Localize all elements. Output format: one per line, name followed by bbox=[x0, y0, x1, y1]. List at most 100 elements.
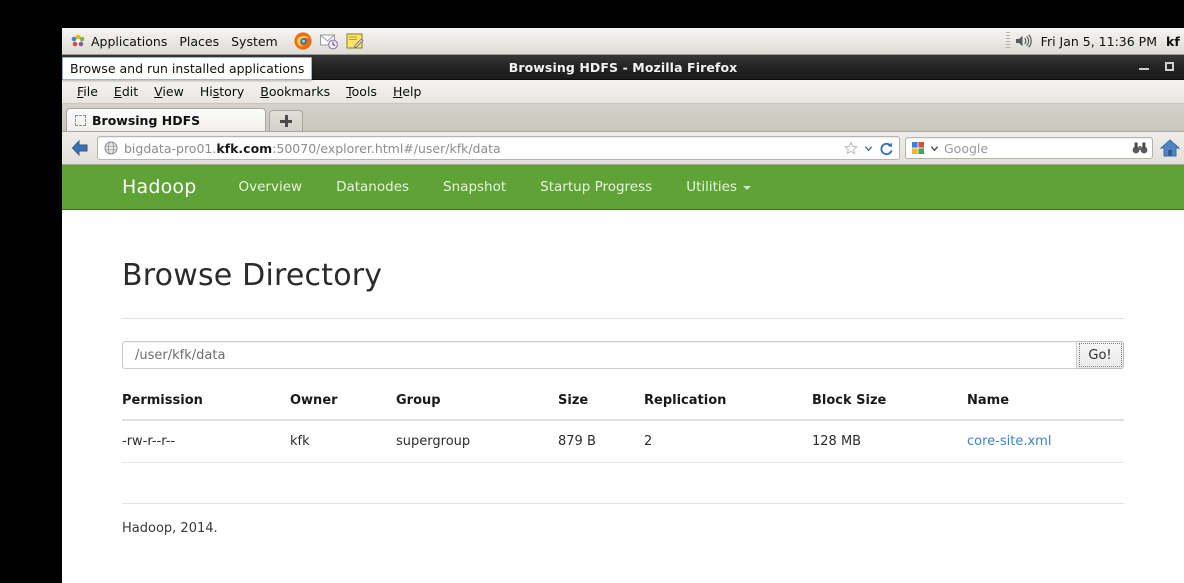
table-header-row: Permission Owner Group Size Replication … bbox=[122, 393, 1124, 421]
menu-applications-label: Applications bbox=[91, 33, 168, 49]
reload-icon[interactable] bbox=[879, 141, 894, 156]
browser-menubar: File Edit View History Bookmarks Tools H… bbox=[62, 80, 1184, 104]
title-divider bbox=[122, 318, 1124, 319]
search-input[interactable]: Google bbox=[944, 141, 1127, 156]
nav-item-overview[interactable]: Overview bbox=[222, 179, 320, 195]
nav-item-snapshot-label: Snapshot bbox=[443, 179, 507, 195]
column-header-size: Size bbox=[558, 393, 644, 421]
url-prefix: bigdata-pro01. bbox=[124, 140, 217, 156]
menu-file-rest: ile bbox=[83, 84, 98, 99]
back-button[interactable] bbox=[68, 137, 92, 159]
cell-block-size: 128 MB bbox=[812, 420, 967, 463]
panel-launchers bbox=[285, 31, 365, 51]
cell-replication: 2 bbox=[644, 420, 812, 463]
page-title: Browse Directory bbox=[122, 258, 383, 293]
page-footer: Hadoop, 2014. bbox=[122, 503, 1124, 536]
chevron-down-icon[interactable] bbox=[864, 144, 873, 153]
evolution-mail-icon[interactable] bbox=[319, 31, 339, 51]
cell-size: 879 B bbox=[558, 420, 644, 463]
table-body: -rw-r--r-- kfk supergroup 879 B 2 128 MB… bbox=[122, 420, 1124, 463]
nav-item-utilities[interactable]: Utilities bbox=[669, 179, 768, 195]
panel-clock[interactable]: Fri Jan 5, 11:36 PM bbox=[1032, 34, 1166, 49]
tab-strip: Browsing HDFS bbox=[62, 104, 1184, 132]
url-domain: kfk.com bbox=[216, 140, 273, 156]
go-button[interactable]: Go! bbox=[1077, 341, 1124, 369]
column-header-block-size: Block Size bbox=[812, 393, 967, 421]
page-body: Browse Directory /user/kfk/data Go! Perm… bbox=[62, 258, 1184, 536]
new-tab-button[interactable] bbox=[269, 110, 303, 131]
search-bar[interactable]: Google bbox=[905, 137, 1153, 159]
hadoop-nav-items: Overview Datanodes Snapshot Startup Prog… bbox=[222, 179, 768, 195]
plus-icon bbox=[280, 115, 292, 127]
maximize-button[interactable] bbox=[1164, 61, 1176, 73]
tab-browsing-hdfs[interactable]: Browsing HDFS bbox=[66, 108, 266, 131]
file-link-core-site-xml[interactable]: core-site.xml bbox=[967, 434, 1051, 449]
hadoop-navbar: Hadoop Overview Datanodes Snapshot Start… bbox=[62, 165, 1184, 210]
path-input-group: /user/kfk/data Go! bbox=[122, 341, 1124, 369]
directory-path-input[interactable]: /user/kfk/data bbox=[122, 341, 1077, 369]
column-header-owner: Owner bbox=[290, 393, 396, 421]
column-header-permission: Permission bbox=[122, 393, 290, 421]
firefox-icon[interactable] bbox=[293, 31, 313, 51]
menu-bookmarks-rest: ookmarks bbox=[268, 84, 331, 99]
cell-group: supergroup bbox=[396, 420, 558, 463]
menu-history-rest: tory bbox=[219, 84, 245, 99]
column-header-replication: Replication bbox=[644, 393, 812, 421]
menu-help-rest: elp bbox=[402, 84, 422, 99]
volume-icon[interactable] bbox=[1014, 32, 1032, 50]
menu-edit[interactable]: Edit bbox=[107, 82, 145, 101]
nav-item-overview-label: Overview bbox=[238, 179, 303, 195]
menu-tools[interactable]: Tools bbox=[339, 82, 384, 101]
screen: Applications Places System Fri Jan 5, 11… bbox=[0, 0, 1184, 583]
panel-right-group: Fri Jan 5, 11:36 PM kfk bbox=[1002, 28, 1184, 54]
url-suffix: :50070/explorer.html#/user/kfk/data bbox=[272, 140, 501, 156]
menu-system-label: System bbox=[231, 33, 278, 49]
url-text: bigdata-pro01.kfk.com:50070/explorer.htm… bbox=[124, 141, 838, 156]
column-header-group: Group bbox=[396, 393, 558, 421]
nav-item-snapshot[interactable]: Snapshot bbox=[426, 179, 523, 195]
star-icon[interactable] bbox=[844, 141, 858, 155]
menu-bookmarks[interactable]: Bookmarks bbox=[253, 82, 337, 101]
table-head: Permission Owner Group Size Replication … bbox=[122, 393, 1124, 421]
url-bar[interactable]: bigdata-pro01.kfk.com:50070/explorer.htm… bbox=[97, 136, 900, 160]
panel-separator bbox=[1005, 32, 1010, 50]
text-editor-icon[interactable] bbox=[345, 31, 365, 51]
window-controls bbox=[1138, 55, 1176, 79]
menu-view-rest: iew bbox=[162, 84, 184, 99]
applications-icon bbox=[71, 34, 85, 47]
gnome-top-panel: Applications Places System Fri Jan 5, 11… bbox=[62, 28, 1184, 55]
menu-places[interactable]: Places bbox=[174, 29, 226, 54]
menu-edit-rest: dit bbox=[121, 84, 139, 99]
column-header-name: Name bbox=[967, 393, 1124, 421]
firefox-window: Browsing HDFS - Mozilla Firefox File Edi… bbox=[62, 55, 1184, 583]
menu-system[interactable]: System bbox=[226, 29, 285, 54]
menu-view[interactable]: View bbox=[147, 82, 191, 101]
panel-left-group: Applications Places System bbox=[62, 28, 365, 54]
minimize-button[interactable] bbox=[1138, 61, 1150, 73]
tab-label: Browsing HDFS bbox=[92, 112, 201, 128]
cell-name: core-site.xml bbox=[967, 420, 1124, 463]
menu-history[interactable]: History bbox=[193, 82, 251, 101]
cell-permission: -rw-r--r-- bbox=[122, 420, 290, 463]
search-engine-chevron-icon[interactable] bbox=[930, 144, 939, 153]
table-row: -rw-r--r-- kfk supergroup 879 B 2 128 MB… bbox=[122, 420, 1124, 463]
navigation-toolbar: bigdata-pro01.kfk.com:50070/explorer.htm… bbox=[62, 132, 1184, 165]
menu-help[interactable]: Help bbox=[386, 82, 429, 101]
nav-item-startup-progress-label: Startup Progress bbox=[540, 179, 653, 195]
file-listing-table: Permission Owner Group Size Replication … bbox=[122, 393, 1124, 463]
caret-down-icon bbox=[743, 186, 751, 190]
nav-item-datanodes-label: Datanodes bbox=[336, 179, 410, 195]
cell-owner: kfk bbox=[290, 420, 396, 463]
hadoop-brand[interactable]: Hadoop bbox=[122, 176, 197, 198]
google-icon[interactable] bbox=[911, 141, 925, 155]
binoculars-icon[interactable] bbox=[1132, 141, 1148, 155]
blank-page-icon bbox=[75, 114, 86, 126]
nav-item-datanodes[interactable]: Datanodes bbox=[319, 179, 426, 195]
page-content: Hadoop Overview Datanodes Snapshot Start… bbox=[62, 165, 1184, 583]
nav-item-startup-progress[interactable]: Startup Progress bbox=[523, 179, 669, 195]
home-icon[interactable] bbox=[1160, 138, 1180, 158]
menu-file[interactable]: File bbox=[70, 82, 105, 101]
menu-applications[interactable]: Applications bbox=[62, 29, 174, 54]
back-arrow-icon bbox=[71, 139, 88, 157]
panel-username[interactable]: kfk bbox=[1166, 34, 1180, 49]
